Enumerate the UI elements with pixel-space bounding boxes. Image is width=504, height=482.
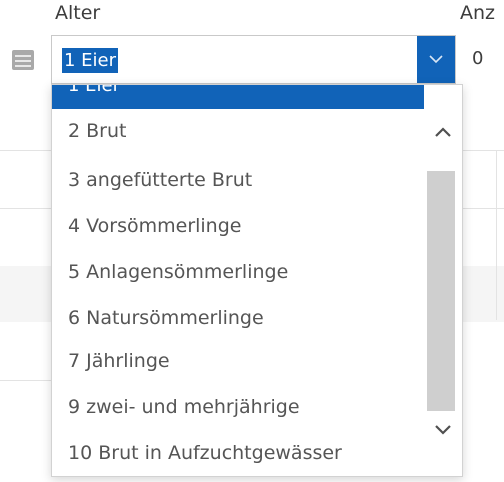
age-select[interactable]: 1 Eier (51, 35, 456, 84)
chevron-down-icon (429, 55, 443, 64)
age-dropdown-list: 1 Eier 2 Brut 3 angefütterte Brut 4 Vors… (51, 84, 463, 477)
age-select-value: 1 Eier (62, 48, 119, 73)
list-item[interactable]: 3 angefütterte Brut (68, 169, 252, 191)
list-item[interactable]: 2 Brut (68, 120, 126, 142)
list-item[interactable]: 6 Natursömmerlinge (68, 307, 264, 329)
column-header-age: Alter (55, 2, 101, 24)
dropdown-scrollbar[interactable] (424, 85, 462, 476)
list-item[interactable]: 4 Vorsömmerlinge (68, 215, 241, 237)
list-item-selected[interactable]: 1 Eier (52, 85, 424, 109)
count-value: 0 (472, 48, 484, 69)
list-item-label: 1 Eier (68, 85, 121, 96)
chevron-down-icon (435, 425, 451, 435)
table-column-divider (496, 150, 497, 320)
table-divider (462, 208, 504, 209)
scrollbar-thumb[interactable] (427, 171, 455, 411)
table-divider (0, 150, 52, 151)
list-item[interactable]: 7 Jährlinge (68, 350, 170, 372)
scroll-down-button[interactable] (424, 415, 462, 445)
chevron-up-icon (435, 127, 451, 137)
scroll-up-button[interactable] (424, 117, 462, 147)
table-divider (462, 150, 504, 151)
dropdown-toggle-button[interactable] (417, 36, 455, 83)
calendar-icon[interactable] (12, 50, 34, 70)
list-item[interactable]: 5 Anlagensömmerlinge (68, 261, 288, 283)
column-header-count: Anz (460, 2, 496, 24)
list-item[interactable]: 10 Brut in Aufzuchtgewässer (68, 442, 342, 464)
list-item[interactable]: 9 zwei- und mehrjährige (68, 396, 300, 418)
table-divider (0, 380, 52, 381)
table-divider (0, 208, 52, 209)
